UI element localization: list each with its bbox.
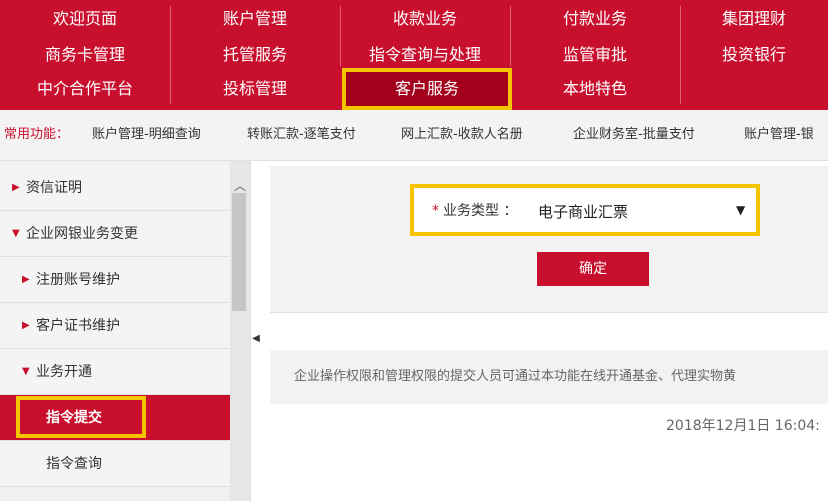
sidebar-item-instruction-query[interactable]: 指令查询 <box>0 441 230 487</box>
nav-group-finance[interactable]: 集团理财 <box>680 2 828 35</box>
business-type-label-text: 业务类型 ： <box>443 203 518 219</box>
sidebar-item-label: 注册账号维护 <box>36 272 120 288</box>
sidebar-item-label: 指令查询 <box>46 456 102 472</box>
chevron-up-icon[interactable]: ︿ <box>231 179 249 193</box>
nav-welcome[interactable]: 欢迎页面 <box>0 2 170 35</box>
nav-intermediary[interactable]: 中介合作平台 <box>0 72 170 105</box>
notice-panel: 企业操作权限和管理权限的提交人员可通过本功能在线开通基金、代理实物黄 <box>270 350 828 404</box>
sidebar-item-account-maintenance[interactable]: ▶ 注册账号维护 <box>0 257 230 303</box>
nav-separator <box>340 6 341 66</box>
sidebar-item-ebank-change[interactable]: ▼ 企业网银业务变更 <box>0 211 230 257</box>
caret-down-icon[interactable]: ▼ <box>736 203 745 217</box>
sidebar-item-credit-certificate[interactable]: ▶ 资信证明 <box>0 165 230 211</box>
sidebar-item-certificate-maintenance[interactable]: ▶ 客户证书维护 <box>0 303 230 349</box>
nav-account-management[interactable]: 账户管理 <box>170 2 340 35</box>
quick-link-batch-payment[interactable]: 企业财务室-批量支付 <box>573 110 695 160</box>
nav-business-card[interactable]: 商务卡管理 <box>0 38 170 71</box>
nav-bidding[interactable]: 投标管理 <box>170 72 340 105</box>
triangle-down-icon: ▼ <box>12 228 20 239</box>
notice-text: 企业操作权限和管理权限的提交人员可通过本功能在线开通基金、代理实物黄 <box>294 369 737 384</box>
active-sidebar-highlight <box>16 396 146 438</box>
nav-local-features[interactable]: 本地特色 <box>510 72 680 105</box>
nav-supervision[interactable]: 监管审批 <box>510 38 680 71</box>
nav-separator <box>170 6 171 104</box>
nav-customer-service[interactable]: 客户服务 <box>342 72 512 105</box>
nav-instruction-query[interactable]: 指令查询与处理 <box>340 38 510 71</box>
nav-custody[interactable]: 托管服务 <box>170 38 340 71</box>
quick-link-transfer[interactable]: 转账汇款-逐笔支付 <box>247 110 356 160</box>
quick-link-payee-list[interactable]: 网上汇款-收款人名册 <box>401 110 523 160</box>
sidebar-item-business-activation[interactable]: ▼ 业务开通 <box>0 349 230 395</box>
nav-payment[interactable]: 付款业务 <box>510 2 680 35</box>
triangle-right-icon: ▶ <box>22 320 30 331</box>
sidebar-item-label: 业务开通 <box>36 364 92 380</box>
quick-functions-label: 常用功能： <box>4 127 70 142</box>
confirm-button[interactable]: 确定 <box>537 252 649 286</box>
top-navigation: 欢迎页面 账户管理 收款业务 付款业务 集团理财 商务卡管理 托管服务 指令查询… <box>0 0 828 110</box>
triangle-left-icon[interactable]: ◀ <box>250 330 262 348</box>
business-type-label: * 业务类型 ： <box>432 200 517 220</box>
quick-link-account-detail[interactable]: 账户管理-明细查询 <box>92 110 201 160</box>
sidebar-item-label: 客户证书维护 <box>36 318 120 334</box>
triangle-down-icon: ▼ <box>22 366 30 377</box>
business-type-select[interactable]: 电子商业汇票 <box>530 196 752 228</box>
quick-link-account-more[interactable]: 账户管理-银 <box>744 110 814 160</box>
nav-separator <box>510 6 511 66</box>
timestamp: 2018年12月1日 16:04: <box>666 418 820 434</box>
triangle-right-icon: ▶ <box>12 182 20 193</box>
sidebar-item-label: 资信证明 <box>26 180 82 196</box>
sidebar-scrollbar-thumb[interactable] <box>232 193 246 311</box>
quick-functions-bar: 常用功能： 账户管理-明细查询 转账汇款-逐笔支付 网上汇款-收款人名册 企业财… <box>0 110 828 161</box>
nav-separator <box>680 6 681 104</box>
triangle-right-icon: ▶ <box>22 274 30 285</box>
required-mark: * <box>432 203 439 219</box>
sidebar: ▶ 资信证明 ▼ 企业网银业务变更 ▶ 注册账号维护 ▶ 客户证书维护 ▼ 业务… <box>0 161 251 501</box>
sidebar-item-label: 企业网银业务变更 <box>26 226 138 242</box>
nav-collection[interactable]: 收款业务 <box>340 2 510 35</box>
nav-investment-banking[interactable]: 投资银行 <box>680 38 828 71</box>
